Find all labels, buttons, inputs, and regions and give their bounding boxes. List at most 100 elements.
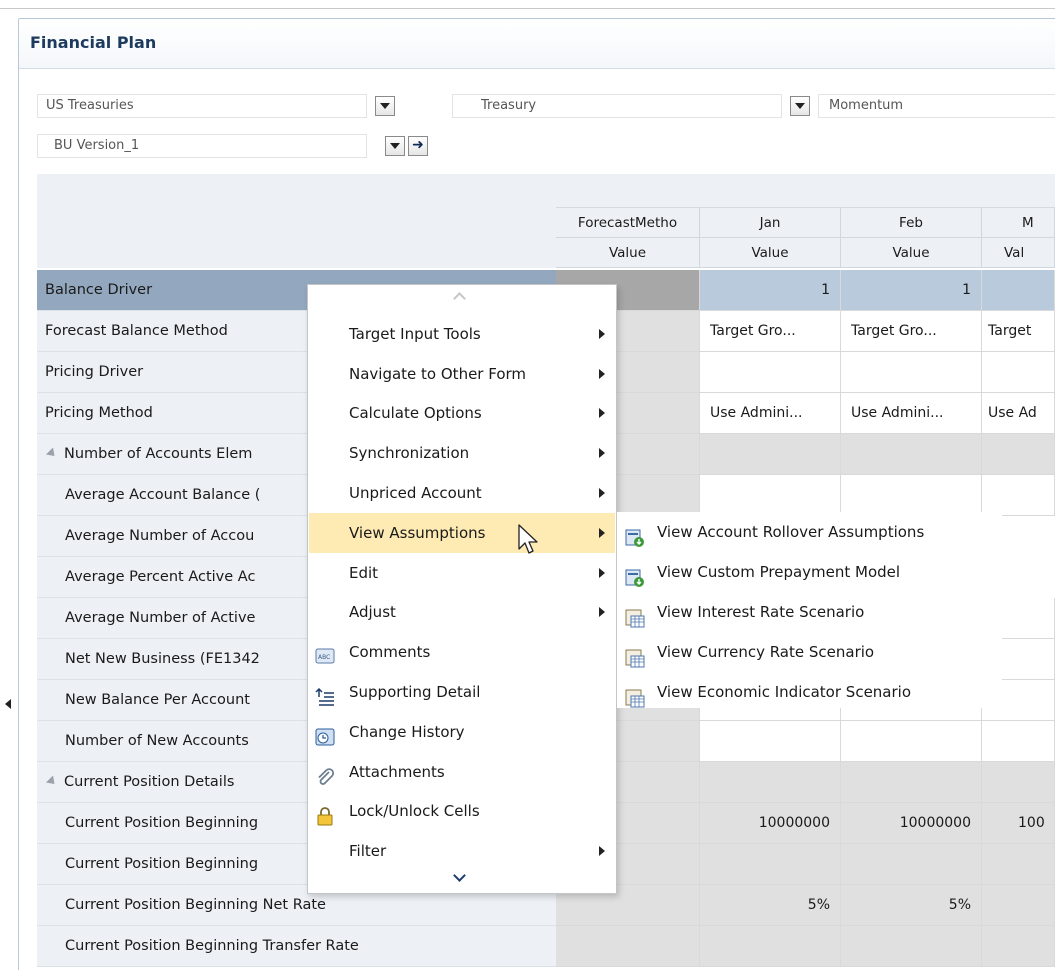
collapse-triangle-icon[interactable]: [45, 446, 59, 460]
grid-cell[interactable]: [982, 762, 1055, 803]
grid-cell[interactable]: [841, 926, 982, 967]
row-label-text: Number of Accounts Elem: [64, 446, 253, 462]
grid-cell[interactable]: 100: [982, 803, 1055, 844]
grid-cell[interactable]: [556, 926, 700, 967]
menu-scroll-down-icon[interactable]: [453, 871, 465, 883]
pov-scenario-select[interactable]: Momentum: [818, 94, 1055, 118]
menu-item-label: Navigate to Other Form: [349, 365, 527, 383]
view-scenario-icon: [625, 683, 645, 708]
grid-cell[interactable]: [982, 352, 1055, 393]
grid-cell[interactable]: Use Admini...: [700, 393, 841, 434]
grid-cell[interactable]: [982, 475, 1055, 516]
pov-product-dropdown-icon[interactable]: [790, 96, 810, 116]
col-subheader-value: Value: [556, 238, 700, 268]
menu-item-lock-unlock-cells[interactable]: Lock/Unlock Cells: [309, 791, 615, 831]
grid-cell[interactable]: [982, 885, 1055, 926]
submenu-arrow-icon: [599, 528, 605, 538]
submenu-arrow-icon: [599, 846, 605, 856]
grid-cell[interactable]: [982, 434, 1055, 475]
grid-cell[interactable]: [982, 270, 1055, 311]
grid-cell[interactable]: [700, 926, 841, 967]
menu-item-view-assumptions[interactable]: View Assumptions: [309, 513, 615, 553]
submenu-arrow-icon: [599, 408, 605, 418]
grid-cell[interactable]: [841, 475, 982, 516]
supporting-detail-icon: [315, 682, 335, 706]
grid-cell[interactable]: [841, 434, 982, 475]
grid-cell[interactable]: [841, 844, 982, 885]
menu-item-label: View Assumptions: [349, 524, 486, 542]
pov-entity-dropdown-icon[interactable]: [375, 96, 395, 116]
submenu-item-view-currency-rate-scenario[interactable]: View Currency Rate Scenario: [617, 632, 1002, 672]
grid-cell[interactable]: [841, 721, 982, 762]
collapse-panel-arrow-icon[interactable]: [5, 699, 11, 709]
grid-cell[interactable]: 5%: [700, 885, 841, 926]
submenu-item-view-economic-indicator-scenario[interactable]: View Economic Indicator Scenario: [617, 672, 1002, 712]
menu-item-unpriced-account[interactable]: Unpriced Account: [309, 473, 615, 513]
submenu-arrow-icon: [599, 607, 605, 617]
grid-cell[interactable]: [700, 475, 841, 516]
grid-cell[interactable]: [700, 844, 841, 885]
submenu-item-view-custom-prepayment-model[interactable]: View Custom Prepayment Model: [617, 552, 1002, 592]
menu-item-change-history[interactable]: Change History: [309, 712, 615, 752]
context-menu: Target Input Tools Navigate to Other For…: [307, 284, 617, 894]
grid-cell[interactable]: Target Gro...: [841, 311, 982, 352]
grid-cell[interactable]: [700, 762, 841, 803]
view-assumption-icon: [625, 523, 645, 547]
grid-cell[interactable]: 1: [841, 270, 982, 311]
menu-item-label: Target Input Tools: [349, 325, 481, 343]
menu-item-edit[interactable]: Edit: [309, 553, 615, 593]
view-scenario-icon: [625, 643, 645, 668]
menu-scroll-up-icon[interactable]: [453, 289, 465, 301]
grid-cell[interactable]: [982, 926, 1055, 967]
menu-item-adjust[interactable]: Adjust: [309, 592, 615, 632]
pov-version-dropdown-icon[interactable]: [385, 136, 405, 156]
grid-cell[interactable]: [700, 434, 841, 475]
menu-item-calculate-options[interactable]: Calculate Options: [309, 393, 615, 433]
grid-cell[interactable]: [700, 721, 841, 762]
grid-cell[interactable]: 10000000: [841, 803, 982, 844]
grid-cell[interactable]: 10000000: [700, 803, 841, 844]
menu-item-attachments[interactable]: Attachments: [309, 752, 615, 792]
menu-item-navigate-to-other-form[interactable]: Navigate to Other Form: [309, 354, 615, 394]
grid-cell[interactable]: [841, 352, 982, 393]
menu-item-filter[interactable]: Filter: [309, 831, 615, 871]
top-divider: [0, 8, 1055, 9]
change-history-icon: [315, 722, 335, 746]
menu-item-label: Supporting Detail: [349, 683, 481, 701]
menu-item-label: Calculate Options: [349, 404, 482, 422]
grid-cell[interactable]: Use Ad: [982, 393, 1055, 434]
menu-item-supporting-detail[interactable]: Supporting Detail: [309, 672, 615, 712]
collapse-triangle-icon[interactable]: [45, 774, 59, 788]
submenu-item-label: View Custom Prepayment Model: [657, 563, 901, 581]
pov-version-select[interactable]: BU Version_1: [37, 134, 367, 158]
grid-cell[interactable]: [982, 844, 1055, 885]
menu-item-target-input-tools[interactable]: Target Input Tools: [309, 314, 615, 354]
comments-icon: ABC: [315, 642, 335, 664]
pov-product-select[interactable]: Treasury: [452, 94, 782, 118]
grid-cell[interactable]: 1: [700, 270, 841, 311]
col-subheader-value: Val: [982, 238, 1055, 268]
submenu-item-view-account-rollover-assumptions[interactable]: View Account Rollover Assumptions: [617, 512, 1002, 552]
grid-cell[interactable]: Use Admini...: [841, 393, 982, 434]
row-label[interactable]: Current Position Beginning Transfer Rate: [37, 926, 556, 967]
grid-cell[interactable]: [982, 721, 1055, 762]
submenu-arrow-icon: [599, 448, 605, 458]
menu-item-label: Comments: [349, 643, 431, 661]
grid-cell[interactable]: [841, 762, 982, 803]
grid-cell[interactable]: Target Gro...: [700, 311, 841, 352]
pov-entity-select[interactable]: US Treasuries: [37, 94, 367, 118]
submenu-arrow-icon: [599, 369, 605, 379]
grid-cell[interactable]: 5%: [841, 885, 982, 926]
menu-item-comments[interactable]: ABC Comments: [309, 632, 615, 672]
col-subheader-value: Value: [841, 238, 982, 268]
menu-item-synchronization[interactable]: Synchronization: [309, 433, 615, 473]
panel-header: Financial Plan: [19, 19, 1055, 69]
grid-cell[interactable]: Target: [982, 311, 1055, 352]
submenu-item-view-interest-rate-scenario[interactable]: View Interest Rate Scenario: [617, 592, 1002, 632]
svg-text:ABC: ABC: [318, 654, 330, 661]
panel-title: Financial Plan: [30, 33, 157, 52]
submenu-item-label: View Interest Rate Scenario: [657, 603, 865, 621]
go-arrow-icon[interactable]: ➜: [408, 136, 428, 156]
grid-cell[interactable]: [700, 352, 841, 393]
menu-item-label: Attachments: [349, 763, 445, 781]
